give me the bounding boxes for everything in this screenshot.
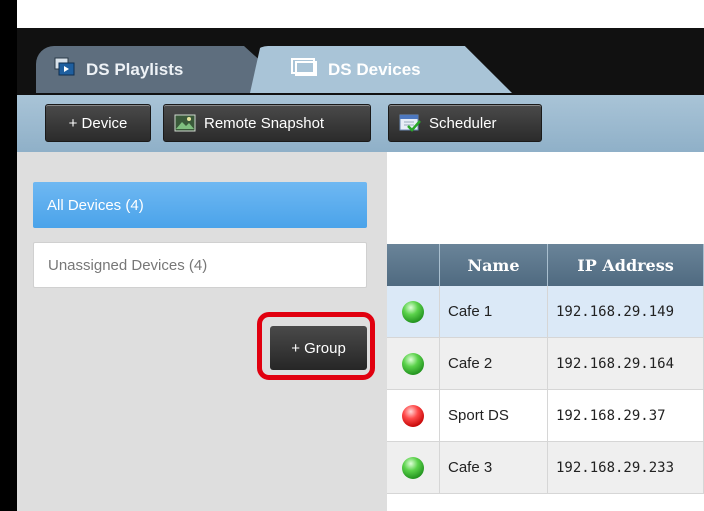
table-header: Name IP Address — [387, 244, 704, 286]
highlight-box — [257, 312, 375, 380]
ip-cell: 192.168.29.164 — [548, 338, 704, 389]
status-cell — [387, 286, 440, 337]
status-green-icon — [402, 352, 424, 375]
status-red-icon — [402, 404, 424, 427]
tab-label-playlists: DS Playlists — [86, 59, 184, 79]
remote-snapshot-label: Remote Snapshot — [204, 114, 325, 132]
add-device-button[interactable]: + Device — [45, 104, 151, 142]
name-cell: Cafe 2 — [440, 338, 548, 389]
sidebar-item-all-devices[interactable]: All Devices (4) — [33, 182, 367, 228]
ip-column-header[interactable]: IP Address — [548, 244, 704, 286]
status-green-icon — [402, 456, 424, 479]
status-column-header[interactable] — [387, 244, 440, 286]
left-edge — [0, 0, 17, 511]
table-row[interactable]: Sport DS 192.168.29.37 — [387, 390, 704, 442]
sidebar-item-unassigned-devices[interactable]: Unassigned Devices (4) — [33, 242, 367, 288]
ip-cell: 192.168.29.149 — [548, 286, 704, 337]
table-row[interactable]: Cafe 2 192.168.29.164 — [387, 338, 704, 390]
sidebar-item-label: Unassigned Devices (4) — [48, 256, 208, 274]
top-margin — [17, 0, 704, 28]
status-cell — [387, 390, 440, 441]
table-row[interactable]: Cafe 3 192.168.29.233 — [387, 442, 704, 494]
calendar-check-icon — [399, 114, 421, 132]
name-cell: Sport DS — [440, 390, 548, 441]
scheduler-button[interactable]: Scheduler — [388, 104, 542, 142]
playlist-icon — [54, 57, 76, 82]
status-cell — [387, 338, 440, 389]
status-green-icon — [402, 300, 424, 323]
table-row[interactable]: Cafe 1 192.168.29.149 — [387, 286, 704, 338]
tab-label-devices: DS Devices — [328, 59, 421, 79]
snapshot-icon — [174, 114, 196, 132]
remote-snapshot-button[interactable]: Remote Snapshot — [163, 104, 371, 142]
app-window: DS Playlists DS Devices + Device Remote … — [0, 0, 704, 511]
sidebar-item-label: All Devices (4) — [47, 196, 144, 214]
devices-table: Name IP Address Cafe 1 192.168.29.149 Ca… — [387, 244, 704, 494]
ip-cell: 192.168.29.37 — [548, 390, 704, 441]
name-cell: Cafe 1 — [440, 286, 548, 337]
ip-cell: 192.168.29.233 — [548, 442, 704, 493]
name-column-header[interactable]: Name — [440, 244, 548, 286]
scheduler-label: Scheduler — [429, 114, 497, 132]
add-device-label: + Device — [68, 114, 128, 132]
status-cell — [387, 442, 440, 493]
devices-icon — [290, 57, 318, 82]
name-cell: Cafe 3 — [440, 442, 548, 493]
